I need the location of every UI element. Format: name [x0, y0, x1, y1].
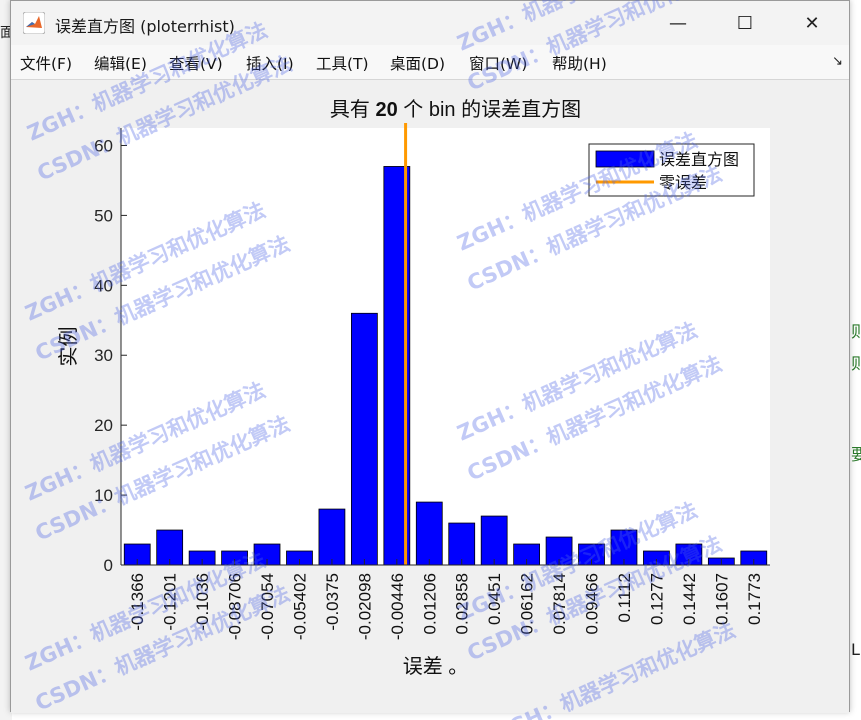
background-text: 则	[851, 354, 861, 373]
y-tick-label: 50	[94, 206, 113, 225]
x-tick-label: 0.07814	[550, 573, 569, 634]
x-tick-label: 0.1773	[745, 573, 764, 625]
legend-label-zero-error: 零误差	[659, 174, 707, 192]
close-button[interactable]: ✕	[781, 1, 843, 45]
x-tick-label: 0.06162	[518, 573, 537, 634]
y-tick-label: 20	[94, 416, 113, 435]
menu-file[interactable]: 文件(F)	[20, 52, 72, 74]
legend-bar-swatch	[595, 150, 655, 168]
x-tick-label: 0.01206	[420, 573, 439, 634]
matlab-logo-icon	[23, 12, 45, 34]
y-tick-label: 10	[94, 486, 113, 505]
chart-title: 具有 20 个 bin 的误差直方图	[330, 98, 581, 121]
dock-arrow-icon[interactable]: ↘	[832, 54, 843, 69]
menu-insert[interactable]: 插入(I)	[246, 52, 294, 74]
menu-window[interactable]: 窗口(W)	[469, 52, 527, 74]
background-text: L	[851, 640, 860, 659]
menu-view[interactable]: 查看(V)	[169, 52, 223, 74]
title-bar[interactable]: 误差直方图 (ploterrhist) — ☐ ✕	[11, 1, 849, 45]
x-tick-label: 0.0451	[485, 573, 504, 625]
x-tick-label: -0.1366	[128, 573, 147, 631]
menu-bar: 文件(F) 编辑(E) 查看(V) 插入(I) 工具(T) 桌面(D) 窗口(W…	[11, 45, 849, 80]
x-tick-label: -0.00446	[388, 573, 407, 640]
x-tick-label: -0.08706	[226, 573, 245, 640]
x-tick-label: 0.09466	[583, 573, 602, 634]
error-histogram-chart: 0 10 20 30 40 50 60 -0.1366 -0.1201 -0.1036 -0.087…	[57, 98, 770, 678]
window-title: 误差直方图 (ploterrhist)	[55, 17, 235, 36]
figure-canvas: 0 10 20 30 40 50 60 -0.1366 -0.1201 -0.1036 -0.087…	[11, 80, 849, 713]
y-tick-label: 40	[94, 276, 113, 295]
x-tick-label: 0.1607	[712, 573, 731, 625]
background-text: 要	[851, 445, 861, 464]
x-tick-label: 0.1112	[615, 573, 634, 622]
x-tick-label: -0.0375	[323, 573, 342, 631]
x-tick-label: -0.1036	[193, 573, 212, 631]
background-text: 则	[851, 322, 861, 341]
chart-title-bold: 20	[375, 99, 397, 121]
x-tick-label: 0.02858	[453, 573, 472, 634]
maximize-icon: ☐	[736, 12, 754, 34]
chart-title-part: 个 bin 的误差直方图	[398, 98, 581, 121]
histogram-bar	[415, 501, 443, 566]
histogram-bar	[318, 508, 346, 566]
menu-help[interactable]: 帮助(H)	[552, 52, 607, 74]
histogram-bar	[350, 312, 378, 566]
x-axis-label: 误差 。	[403, 655, 469, 678]
y-tick-label: 30	[94, 346, 113, 365]
y-tick-label: 60	[94, 136, 113, 155]
minimize-icon: —	[669, 12, 687, 34]
x-tick-label: -0.05402	[290, 573, 309, 640]
histogram-bar	[448, 522, 476, 566]
menu-edit[interactable]: 编辑(E)	[94, 52, 147, 74]
x-tick-label: -0.1201	[161, 573, 180, 631]
close-icon: ✕	[804, 12, 820, 34]
histogram-bar	[480, 515, 508, 566]
chart-title-part: 具有	[330, 98, 376, 121]
menu-tools[interactable]: 工具(T)	[316, 52, 369, 74]
figure-window: 误差直方图 (ploterrhist) — ☐ ✕ 文件(F) 编辑(E) 查看…	[10, 0, 850, 713]
maximize-button[interactable]: ☐	[714, 1, 776, 45]
x-tick-label: 0.1277	[647, 573, 666, 625]
x-tick-label: -0.07054	[258, 573, 277, 640]
y-axis-label: 实例	[57, 327, 80, 367]
legend-label-histogram: 误差直方图	[659, 151, 739, 169]
x-tick-label: -0.02098	[355, 573, 374, 640]
minimize-button[interactable]: —	[647, 1, 709, 45]
x-tick-label: 0.1442	[680, 573, 699, 625]
menu-desktop[interactable]: 桌面(D)	[390, 52, 445, 74]
y-tick-label: 0	[104, 556, 113, 575]
